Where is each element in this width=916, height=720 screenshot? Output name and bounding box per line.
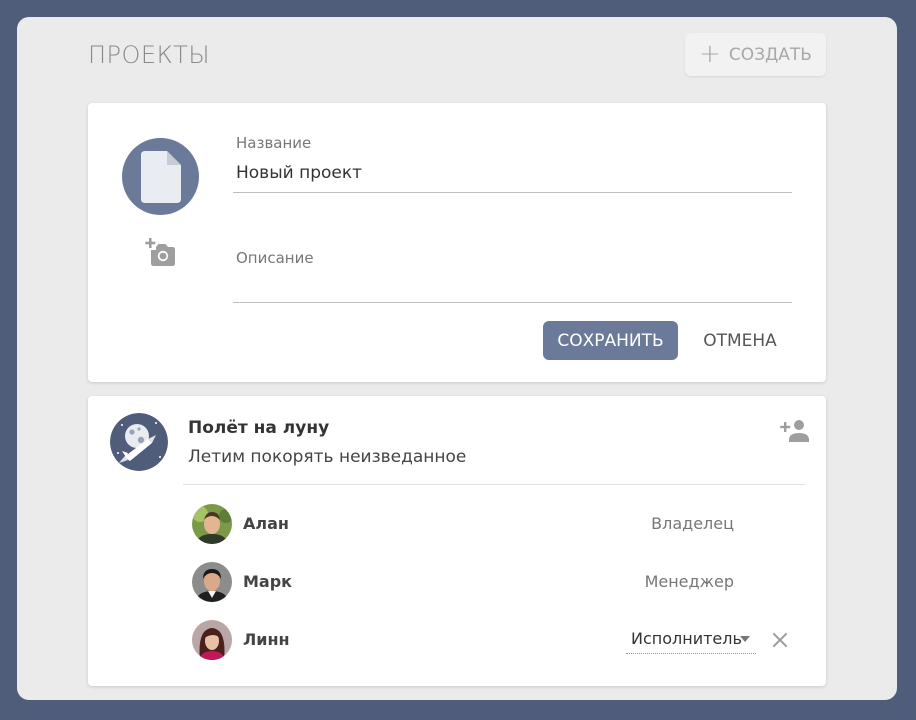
member-name: Линн bbox=[243, 630, 290, 649]
avatar bbox=[192, 504, 232, 544]
description-input[interactable] bbox=[233, 273, 792, 303]
close-icon[interactable] bbox=[770, 630, 790, 650]
page-title: ПРОЕКТЫ bbox=[88, 41, 211, 69]
add-photo-icon[interactable] bbox=[145, 238, 177, 268]
person-add-icon[interactable] bbox=[780, 418, 810, 444]
member-row: Алан Владелец bbox=[192, 504, 812, 544]
member-role: Владелец bbox=[651, 514, 734, 533]
member-row: Линн Исполнитель bbox=[192, 620, 812, 660]
description-label: Описание bbox=[236, 249, 314, 267]
create-label: СОЗДАТЬ bbox=[728, 44, 812, 65]
file-icon bbox=[140, 150, 181, 203]
member-row: Марк Менеджер bbox=[192, 562, 812, 602]
project-card: Полёт на луну Летим покорять неизведанно… bbox=[88, 396, 826, 686]
new-project-card: Название Описание СОХРАНИТЬ ОТМЕНА bbox=[88, 103, 826, 382]
cancel-button[interactable]: ОТМЕНА bbox=[693, 321, 787, 360]
avatar bbox=[192, 562, 232, 602]
project-name: Полёт на луну bbox=[188, 418, 330, 438]
project-logo bbox=[110, 413, 168, 471]
create-project-button[interactable]: + СОЗДАТЬ bbox=[685, 33, 826, 76]
member-name: Алан bbox=[243, 514, 289, 533]
project-description: Летим покорять неизведанное bbox=[188, 447, 467, 467]
member-name: Марк bbox=[243, 572, 293, 591]
member-role: Менеджер bbox=[644, 572, 734, 591]
caret-down-icon bbox=[740, 636, 750, 642]
avatar bbox=[192, 620, 232, 660]
projects-window: ПРОЕКТЫ + СОЗДАТЬ Название Описание СОХР… bbox=[17, 17, 897, 700]
save-button[interactable]: СОХРАНИТЬ bbox=[543, 321, 678, 360]
role-dropdown[interactable]: Исполнитель bbox=[626, 626, 756, 654]
plus-icon: + bbox=[699, 38, 721, 69]
name-label: Название bbox=[236, 134, 312, 152]
role-dropdown-value: Исполнитель bbox=[631, 629, 742, 648]
name-input[interactable] bbox=[233, 160, 792, 193]
divider bbox=[183, 484, 805, 485]
project-avatar[interactable] bbox=[122, 138, 199, 215]
